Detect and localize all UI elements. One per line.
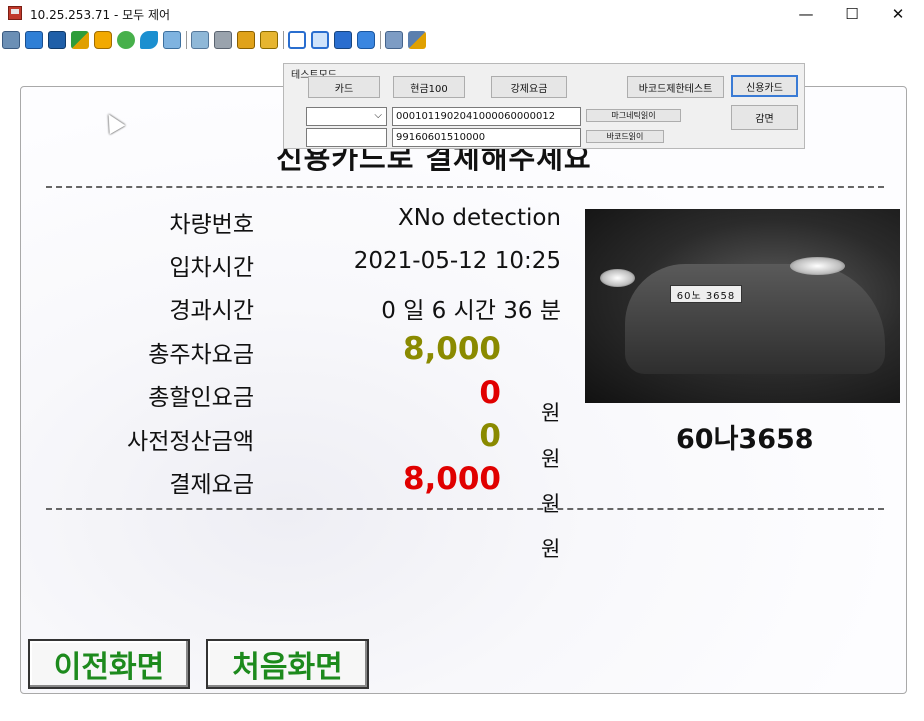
total-fee-label: 총주차요금 <box>148 342 254 368</box>
toolbar-separator <box>380 31 381 49</box>
transfer-icon[interactable] <box>71 31 89 49</box>
remote-toolbar <box>0 28 924 52</box>
discount-label: 총할인요금 <box>148 385 254 411</box>
payment-value: 8,000 <box>402 461 501 497</box>
prepaid-value: 0 <box>479 418 501 454</box>
payment-label: 결제요금 <box>169 472 254 498</box>
minimize-button[interactable]: — <box>783 0 829 28</box>
license-plate: 60노 3658 <box>670 285 742 303</box>
maximize-button[interactable]: ☐ <box>829 0 875 28</box>
vehicle-photo: 60노 3658 <box>585 209 900 403</box>
unlock-icon[interactable] <box>260 31 278 49</box>
card-number-input[interactable]: 0001011902041000060000012 <box>392 107 581 126</box>
bottom-divider <box>46 508 884 510</box>
barcode-limit-test-button[interactable]: 바코드제한테스트 <box>627 76 724 98</box>
headlight <box>600 269 635 287</box>
copy-icon[interactable] <box>385 31 403 49</box>
extra-input[interactable] <box>306 128 387 147</box>
entry-time-value: 2021-05-12 10:25 <box>353 248 561 274</box>
toolbar-separator <box>186 31 187 49</box>
chat-icon[interactable] <box>117 31 135 49</box>
discount-value: 0 <box>479 375 501 411</box>
recognized-plate: 60나3658 <box>676 424 814 455</box>
upload-icon[interactable] <box>191 31 209 49</box>
title-bar: 10.25.253.71 - 모두 제어 — ☐ ✕ <box>0 0 924 28</box>
message-icon[interactable] <box>163 31 181 49</box>
test-mode-panel: 테스트모드 카드 현금100 강제요금 바코드제한테스트 신용카드 ⌵ 0001… <box>283 63 805 149</box>
reduction-button[interactable]: 감면 <box>731 105 798 130</box>
monitor-icon[interactable] <box>2 31 20 49</box>
car-shape <box>625 264 885 374</box>
credit-card-button[interactable]: 신용카드 <box>731 75 798 97</box>
currency-unit: 원 <box>541 447 561 471</box>
previous-screen-button[interactable]: 이전화면 <box>28 639 190 689</box>
record-icon[interactable] <box>94 31 112 49</box>
currency-unit: 원 <box>541 537 561 561</box>
currency-unit: 원 <box>541 492 561 516</box>
barcode-number-input[interactable]: 99160601510000 <box>392 128 581 147</box>
test-select[interactable]: ⌵ <box>306 107 387 126</box>
toolbar-separator <box>283 31 284 49</box>
window-icon[interactable] <box>288 31 306 49</box>
phone-icon[interactable] <box>140 31 158 49</box>
total-fee-value: 8,000 <box>402 331 501 367</box>
magnetic-read-button[interactable]: 마그네틱읽이 <box>586 109 681 122</box>
prepaid-label: 사전정산금액 <box>127 429 254 455</box>
home-screen-button[interactable]: 처음화면 <box>206 639 369 689</box>
cash100-button[interactable]: 현금100 <box>393 76 465 98</box>
car-number-value: XNo detection <box>398 205 561 231</box>
chevron-down-icon: ⌵ <box>374 110 382 121</box>
terminal-icon[interactable] <box>48 31 66 49</box>
barcode-read-button[interactable]: 바코드읽이 <box>586 130 664 143</box>
fit-icon[interactable] <box>311 31 329 49</box>
fullscreen-icon[interactable] <box>334 31 352 49</box>
entry-time-label: 입차시간 <box>169 255 254 281</box>
elapsed-time-value: 0 일 6 시간 36 분 <box>381 298 561 324</box>
top-divider <box>46 186 884 188</box>
window-title: 10.25.253.71 - 모두 제어 <box>30 8 171 22</box>
car-number-label: 차량번호 <box>169 212 254 238</box>
lock-icon[interactable] <box>237 31 255 49</box>
kiosk-screen: 신용카드로 결제해주세요 차량번호 XNo detection 입차시간 202… <box>20 86 907 694</box>
currency-unit: 원 <box>541 401 561 425</box>
tools-icon[interactable] <box>408 31 426 49</box>
headlight <box>790 257 845 275</box>
network-icon[interactable] <box>214 31 232 49</box>
card-button[interactable]: 카드 <box>308 76 380 98</box>
elapsed-time-label: 경과시간 <box>169 298 254 324</box>
force-fee-button[interactable]: 강제요금 <box>491 76 567 98</box>
close-button[interactable]: ✕ <box>875 0 921 28</box>
zoom-icon[interactable] <box>357 31 375 49</box>
screen-icon[interactable] <box>25 31 43 49</box>
remote-app-icon <box>8 6 22 20</box>
